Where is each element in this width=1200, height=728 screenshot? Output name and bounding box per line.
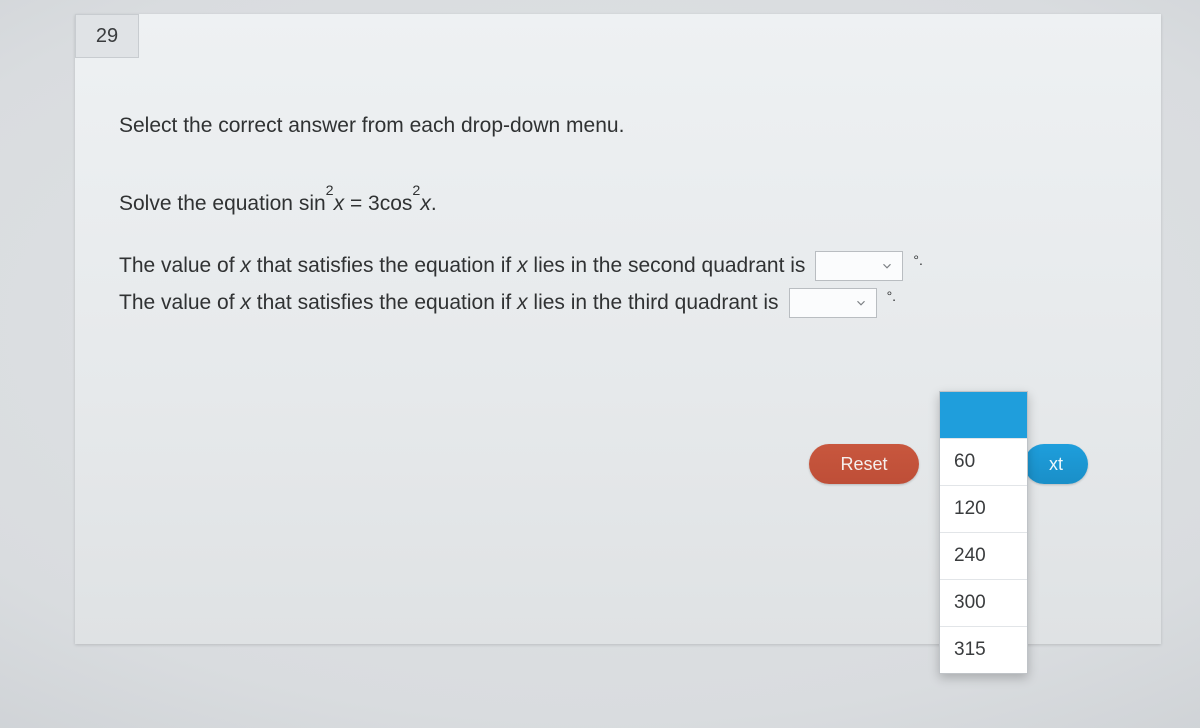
l2-var2: x: [517, 291, 528, 314]
question-card: 29 Select the correct answer from each d…: [75, 14, 1161, 644]
dropdown-option[interactable]: 240: [940, 533, 1027, 580]
eq-var2: x: [420, 192, 431, 215]
l1-c: lies in the second quadrant is: [528, 254, 806, 277]
eq-fn2: cos: [380, 192, 413, 215]
next-button[interactable]: xt: [1024, 444, 1088, 484]
l2-b: that satisfies the equation if: [251, 291, 517, 314]
l1-var1: x: [240, 254, 251, 277]
eq-mid: = 3: [344, 192, 380, 215]
dropdown-option-blank[interactable]: [940, 392, 1027, 439]
eq-period: .: [431, 192, 437, 215]
equation-text: Solve the equation sin2x = 3cos2x.: [119, 187, 1131, 221]
question-number-badge: 29: [75, 14, 139, 58]
dropdown-option[interactable]: 315: [940, 627, 1027, 673]
l2-var1: x: [240, 291, 251, 314]
l1-b: that satisfies the equation if: [251, 254, 517, 277]
eq-fn1: sin: [299, 192, 326, 215]
unit-degree-2: °.: [887, 286, 897, 308]
chevron-down-icon: [854, 296, 868, 310]
chevron-down-icon: [880, 259, 894, 273]
l2-text: The value of x that satisfies the equati…: [119, 287, 779, 320]
question-number: 29: [96, 25, 118, 48]
dropdown-second-quadrant[interactable]: [815, 251, 903, 281]
dropdown-option[interactable]: 60: [940, 439, 1027, 486]
unit-degree-1: °.: [913, 250, 923, 272]
eq-exp1: 2: [326, 183, 334, 199]
answer-line-2: The value of x that satisfies the equati…: [119, 287, 1131, 320]
dropdown-third-quadrant[interactable]: [789, 288, 877, 318]
eq-exp2: 2: [412, 183, 420, 199]
answer-line-1: The value of x that satisfies the equati…: [119, 250, 1131, 283]
dropdown-third-quadrant-listbox[interactable]: 60 120 240 300 315: [939, 391, 1028, 674]
eq-var1: x: [334, 192, 345, 215]
instruction-text: Select the correct answer from each drop…: [119, 110, 1131, 143]
dropdown-option[interactable]: 120: [940, 486, 1027, 533]
l1-text: The value of x that satisfies the equati…: [119, 250, 805, 283]
l1-a: The value of: [119, 254, 240, 277]
l1-var2: x: [517, 254, 528, 277]
eq-prefix: Solve the equation: [119, 192, 299, 215]
question-content: Select the correct answer from each drop…: [119, 110, 1131, 323]
l2-a: The value of: [119, 291, 240, 314]
dropdown-option[interactable]: 300: [940, 580, 1027, 627]
l2-c: lies in the third quadrant is: [528, 291, 779, 314]
reset-button[interactable]: Reset: [809, 444, 919, 484]
